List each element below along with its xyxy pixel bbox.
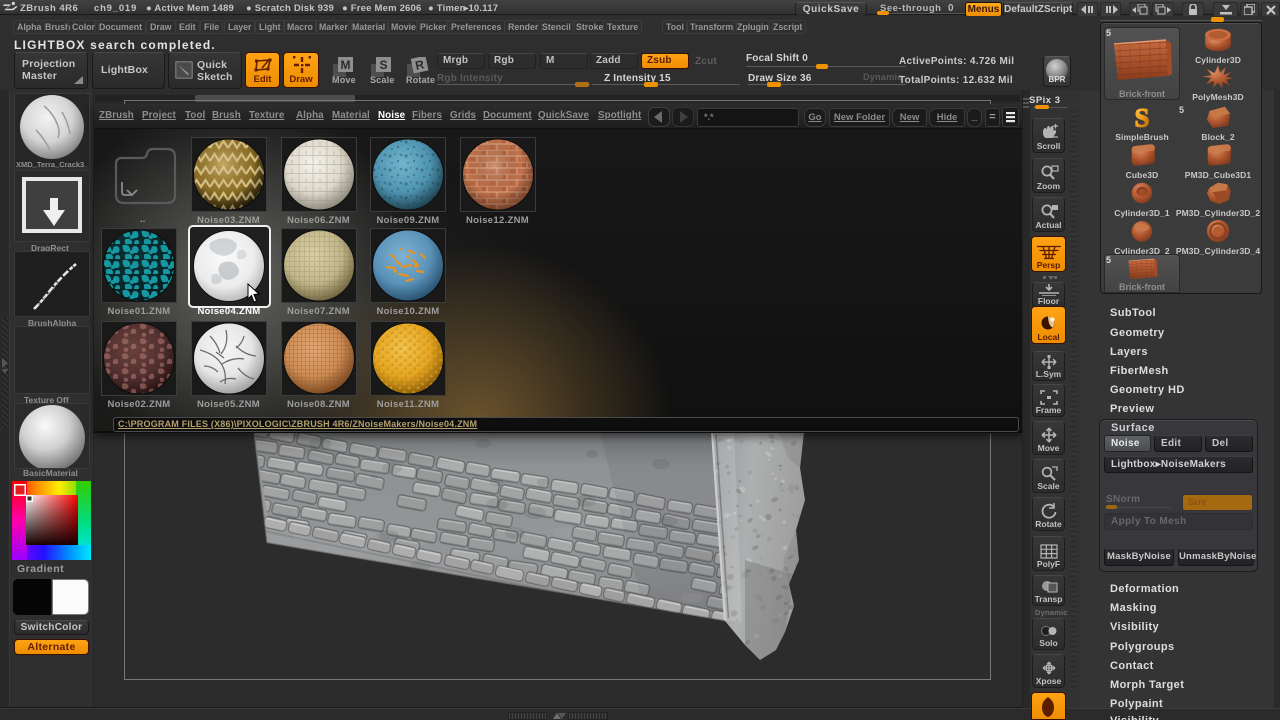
svg-text:S: S	[1135, 104, 1150, 130]
svg-text:S: S	[379, 58, 387, 72]
svg-text:M: M	[341, 58, 351, 72]
svg-text:BPR: BPR	[1049, 75, 1066, 84]
